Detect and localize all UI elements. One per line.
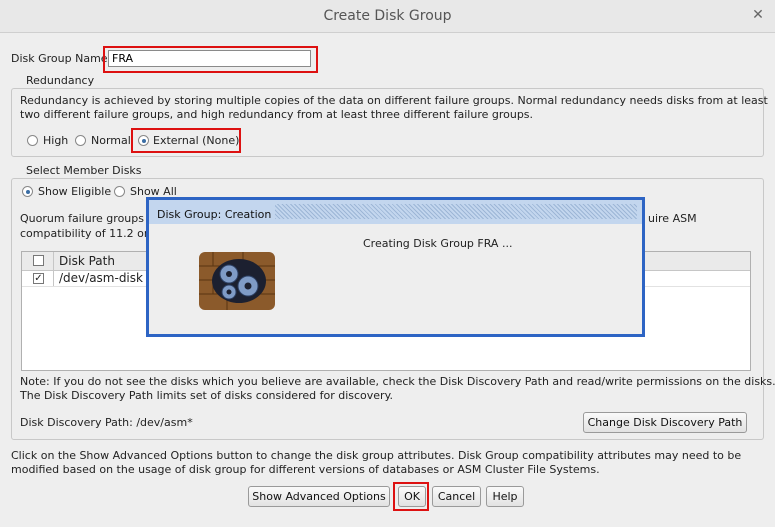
creation-dialog: Disk Group: Creation Creating Disk Group… <box>146 197 645 337</box>
gears-in-wall-icon <box>199 252 275 310</box>
disk-path-cell: /dev/asm-disk <box>59 271 143 285</box>
radio-external[interactable] <box>138 135 149 146</box>
disk-group-name-input[interactable] <box>108 50 311 67</box>
dialog-title-pattern <box>275 204 637 219</box>
radio-normal-label: Normal <box>91 134 131 147</box>
ok-button[interactable]: OK <box>398 486 426 507</box>
note-line-1: Note: If you do not see the disks which … <box>20 375 775 388</box>
cancel-button[interactable]: Cancel <box>432 486 481 507</box>
note-line-2: The Disk Discovery Path limits set of di… <box>20 389 394 402</box>
redundancy-description-1: Redundancy is achieved by storing multip… <box>20 94 768 107</box>
quorum-text: Quorum failure groups <box>20 212 144 225</box>
show-eligible-label: Show Eligible <box>38 185 112 198</box>
advanced-note-1: Click on the Show Advanced Options butto… <box>11 449 742 462</box>
disk-path-header: Disk Path <box>59 254 115 268</box>
member-disks-legend: Select Member Disks <box>22 164 146 177</box>
disk-group-name-label: Disk Group Name <box>11 52 108 65</box>
dialog-title: Disk Group: Creation <box>157 208 272 221</box>
change-discovery-path-button[interactable]: Change Disk Discovery Path <box>583 412 747 433</box>
radio-external-label: External (None) <box>153 134 240 147</box>
dialog-message: Creating Disk Group FRA ... <box>363 237 513 250</box>
radio-high-label: High <box>43 134 69 147</box>
advanced-note-2: modified based on the usage of disk grou… <box>11 463 600 476</box>
quorum-text-end: uire ASM <box>648 212 697 225</box>
select-all-checkbox[interactable] <box>33 255 44 266</box>
redundancy-legend: Redundancy <box>22 74 99 87</box>
window-title: Create Disk Group <box>323 8 452 24</box>
radio-show-eligible[interactable] <box>22 186 33 197</box>
discovery-path-label: Disk Discovery Path: /dev/asm* <box>20 416 193 429</box>
radio-normal[interactable] <box>75 135 86 146</box>
show-advanced-options-button[interactable]: Show Advanced Options <box>248 486 390 507</box>
compatibility-text: compatibility of 11.2 or <box>20 227 149 240</box>
radio-high[interactable] <box>27 135 38 146</box>
redundancy-description-2: two different failure groups, and high r… <box>20 108 534 121</box>
help-button[interactable]: Help <box>486 486 524 507</box>
disk-row-checkbox[interactable]: ✓ <box>33 273 44 284</box>
close-icon[interactable]: ✕ <box>750 7 766 23</box>
radio-show-all[interactable] <box>114 186 125 197</box>
